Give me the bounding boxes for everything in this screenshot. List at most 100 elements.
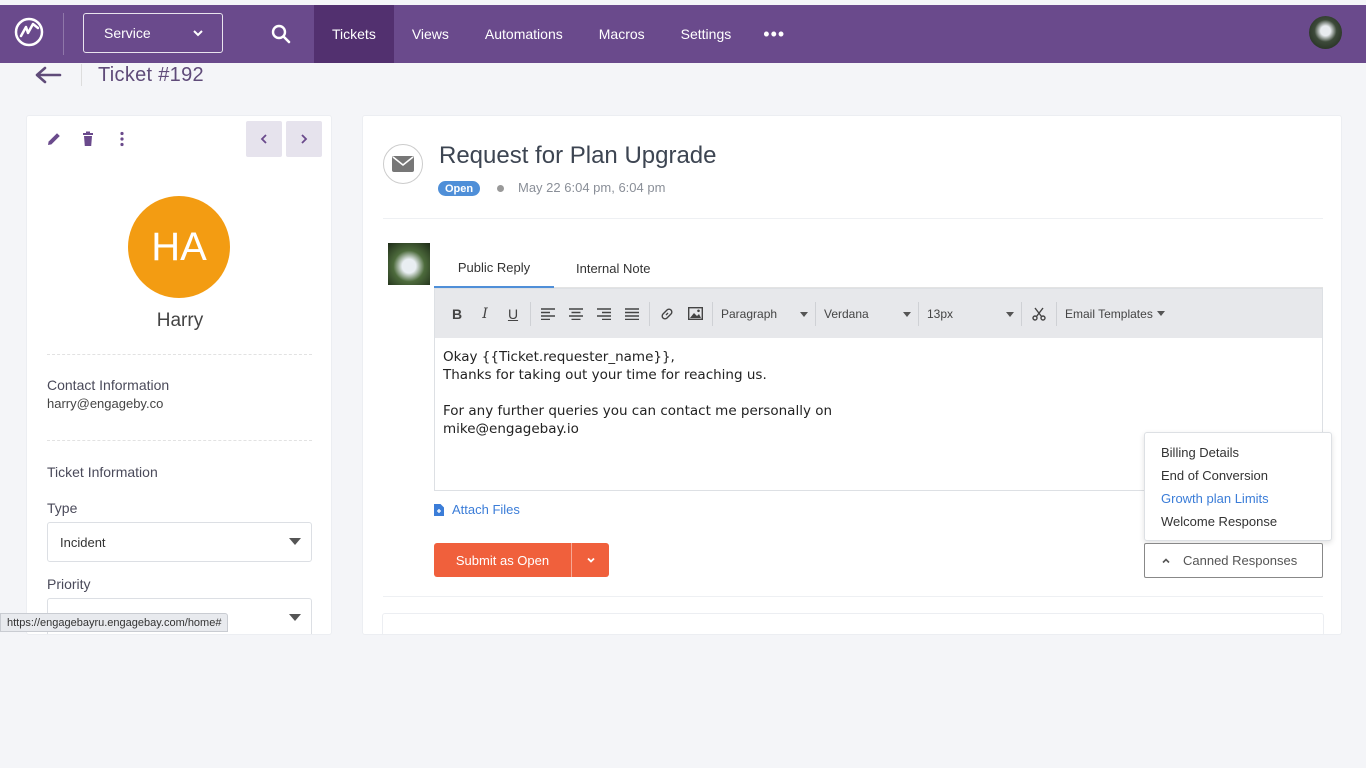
ticket-subject: Request for Plan Upgrade — [439, 142, 717, 169]
paragraph-format-value: Paragraph — [721, 306, 778, 321]
toolbar-divider — [1056, 301, 1057, 326]
align-justify-icon[interactable] — [618, 300, 646, 328]
chevron-up-icon — [1162, 557, 1170, 563]
reply-body-line: Thanks for taking out your time for reac… — [443, 367, 767, 383]
tab-macros[interactable]: Macros — [581, 5, 663, 63]
tab-settings[interactable]: Settings — [663, 5, 750, 63]
submit-button[interactable]: Submit as Open — [434, 543, 571, 577]
reply-body-line: Okay {{Ticket.requester_name}}, — [443, 349, 675, 365]
font-family-value: Verdana — [824, 306, 869, 321]
more-menu-icon[interactable]: ••• — [749, 5, 799, 63]
search-icon[interactable] — [270, 23, 292, 45]
priority-label: Priority — [47, 576, 91, 592]
caret-down-icon — [1006, 311, 1014, 317]
header-divider — [81, 64, 82, 86]
toolbar-divider — [1021, 301, 1022, 326]
caret-down-icon — [289, 614, 301, 621]
canned-item-growth-plan-limits[interactable]: Growth plan Limits — [1145, 487, 1331, 510]
attachment-file-icon — [434, 503, 444, 516]
chevron-down-icon — [586, 557, 595, 563]
align-left-icon[interactable] — [534, 300, 562, 328]
ticket-detail-panel: Request for Plan Upgrade Open May 22 6:0… — [362, 115, 1342, 635]
caret-down-icon — [903, 311, 911, 317]
top-nav: Service Tickets Views Automations Macros… — [0, 5, 1366, 63]
tab-automations[interactable]: Automations — [467, 5, 581, 63]
conversation-card — [382, 613, 1324, 634]
meta-dot — [497, 185, 504, 192]
toolbar-divider — [649, 301, 650, 326]
underline-button[interactable]: U — [499, 300, 527, 328]
submit-button-group: Submit as Open — [434, 543, 609, 577]
toolbar-divider — [712, 301, 713, 326]
paragraph-format-select[interactable]: Paragraph — [716, 300, 812, 328]
contact-panel: HA Harry Contact Information harry@engag… — [26, 115, 332, 635]
divider — [383, 596, 1323, 597]
contact-email[interactable]: harry@engageby.co — [47, 396, 163, 411]
bold-button[interactable]: B — [443, 300, 471, 328]
canned-responses-label: Canned Responses — [1183, 553, 1298, 568]
divider — [383, 218, 1323, 219]
toolbar-divider — [918, 301, 919, 326]
caret-down-icon — [800, 311, 808, 317]
toolbar-divider — [530, 301, 531, 326]
edit-icon[interactable] — [45, 130, 63, 148]
italic-button[interactable]: I — [471, 300, 499, 328]
agent-avatar — [388, 243, 430, 285]
attach-files-label: Attach Files — [452, 502, 520, 517]
canned-item-welcome-response[interactable]: Welcome Response — [1145, 510, 1331, 533]
nav-divider — [63, 13, 64, 55]
submit-options-toggle[interactable] — [571, 543, 609, 577]
back-arrow-icon[interactable] — [33, 64, 63, 86]
font-size-value: 13px — [927, 306, 954, 321]
caret-down-icon — [1156, 311, 1165, 316]
kebab-menu-icon[interactable] — [113, 130, 131, 148]
previous-ticket-button[interactable] — [246, 121, 282, 157]
caret-down-icon — [289, 538, 301, 545]
reply-body-line: For any further queries you can contact … — [443, 403, 833, 419]
link-icon[interactable] — [653, 300, 681, 328]
module-select[interactable]: Service — [83, 13, 223, 53]
divider — [47, 354, 312, 355]
divider — [47, 440, 312, 441]
contact-info-heading: Contact Information — [47, 377, 170, 393]
contact-avatar: HA — [128, 196, 230, 298]
engagebay-logo[interactable] — [12, 15, 46, 49]
align-center-icon[interactable] — [562, 300, 590, 328]
tab-tickets[interactable]: Tickets — [314, 5, 394, 63]
image-icon[interactable] — [681, 300, 709, 328]
font-size-select[interactable]: 13px — [922, 300, 1018, 328]
chevron-left-icon — [260, 134, 267, 144]
editor-toolbar: B I U Paragraph Verdana 13px Email Templ… — [435, 289, 1322, 338]
attach-files-link[interactable]: Attach Files — [434, 502, 520, 517]
chevron-down-icon — [193, 30, 203, 37]
email-templates-label: Email Templates — [1065, 306, 1153, 321]
trash-icon[interactable] — [79, 130, 97, 148]
tab-views[interactable]: Views — [394, 5, 467, 63]
canned-responses-button[interactable]: Canned Responses — [1144, 543, 1323, 578]
nav-tabs: Tickets Views Automations Macros Setting… — [314, 5, 799, 63]
mail-icon — [383, 144, 423, 184]
email-templates-dropdown[interactable]: Email Templates — [1060, 300, 1170, 328]
type-label: Type — [47, 500, 78, 516]
module-select-value: Service — [104, 25, 151, 41]
canned-item-billing-details[interactable]: Billing Details — [1145, 441, 1331, 464]
type-select-value: Incident — [60, 534, 106, 550]
user-avatar[interactable] — [1309, 16, 1342, 49]
ticket-date: May 22 6:04 pm, 6:04 pm — [518, 180, 666, 195]
clear-format-icon[interactable] — [1025, 300, 1053, 328]
status-badge: Open — [438, 181, 481, 196]
type-select[interactable]: Incident — [47, 522, 312, 562]
align-right-icon[interactable] — [590, 300, 618, 328]
font-family-select[interactable]: Verdana — [819, 300, 915, 328]
tab-internal-note[interactable]: Internal Note — [576, 248, 650, 288]
ticket-info-heading: Ticket Information — [47, 464, 158, 480]
reply-body-line — [443, 384, 1314, 402]
canned-item-end-of-conversion[interactable]: End of Conversion — [1145, 464, 1331, 487]
toolbar-divider — [815, 301, 816, 326]
page-title: Ticket #192 — [98, 64, 204, 86]
contact-name: Harry — [156, 310, 204, 331]
tab-public-reply[interactable]: Public Reply — [434, 248, 554, 288]
next-ticket-button[interactable] — [286, 121, 322, 157]
reply-tabs: Public Reply Internal Note — [434, 248, 1323, 288]
canned-responses-menu: Billing Details End of Conversion Growth… — [1144, 432, 1332, 541]
